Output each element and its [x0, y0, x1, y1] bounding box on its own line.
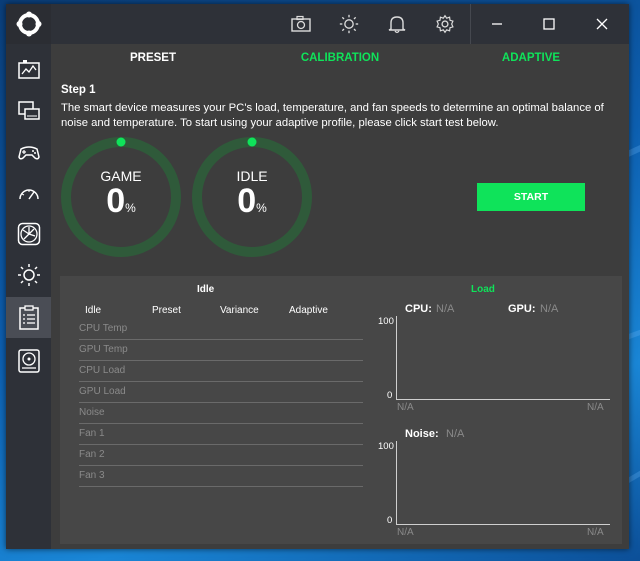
tab-calibration[interactable]: CALIBRATION — [280, 52, 400, 64]
app-window: PRESET CALIBRATION ADAPTIVE Step 1 The s… — [6, 4, 629, 549]
y-axis-max: 100 — [378, 441, 394, 452]
maximize-icon — [543, 18, 555, 30]
monitor-icon — [17, 100, 40, 120]
gauge-value: 0% — [237, 182, 267, 220]
app-logo[interactable] — [6, 4, 51, 44]
main-content: PRESET CALIBRATION ADAPTIVE Step 1 The s… — [51, 44, 629, 549]
bell-icon — [388, 16, 406, 34]
sidebar — [6, 4, 51, 549]
noise-value: N/A — [446, 428, 465, 440]
maximize-button[interactable] — [523, 4, 575, 44]
idle-load-gauge: IDLE 0% — [189, 134, 315, 260]
dashboard-icon — [17, 59, 40, 79]
y-axis-max: 100 — [378, 316, 394, 327]
close-button[interactable] — [576, 4, 628, 44]
step-description: The smart device measures your PC's load… — [61, 102, 604, 129]
notifications-button[interactable] — [373, 4, 421, 44]
column-header: Idle — [85, 305, 102, 316]
table-row: CPU Load — [79, 361, 363, 382]
gauge-icon — [18, 188, 39, 199]
x-axis-start: N/A — [397, 527, 414, 538]
sidebar-item-gaming[interactable] — [6, 131, 51, 172]
minimize-icon — [492, 23, 502, 25]
x-axis-start: N/A — [397, 402, 414, 413]
storage-icon — [17, 348, 40, 373]
step-title: Step 1 — [61, 84, 96, 96]
results-panel: Idle Load Idle Preset Variance Adaptive … — [60, 276, 622, 544]
close-icon — [596, 18, 608, 30]
fan-icon — [17, 222, 40, 245]
gear-icon — [436, 14, 454, 34]
brightness-button[interactable] — [325, 4, 373, 44]
table-row: Fan 3 — [79, 466, 363, 487]
game-load-gauge: GAME 0% — [58, 134, 184, 260]
gpu-value: N/A — [540, 303, 559, 315]
idle-heading: Idle — [197, 284, 215, 295]
y-axis-min: 0 — [387, 515, 393, 526]
column-header: Adaptive — [289, 305, 328, 316]
sidebar-item-monitor[interactable] — [6, 90, 51, 131]
table-row: Fan 2 — [79, 445, 363, 466]
camera-icon — [291, 15, 311, 32]
sidebar-item-adaptive[interactable] — [6, 297, 51, 338]
sidebar-item-dashboard[interactable] — [6, 49, 51, 90]
chart-y-axis — [396, 441, 397, 525]
sidebar-item-fans[interactable] — [6, 213, 51, 254]
column-header: Variance — [220, 305, 259, 316]
tab-preset[interactable]: PRESET — [93, 52, 213, 64]
gpu-label: GPU: — [508, 303, 536, 315]
chart-y-axis — [396, 316, 397, 400]
brightness-icon — [17, 263, 40, 286]
gauge-value: 0% — [106, 182, 136, 220]
brightness-icon — [339, 14, 359, 34]
y-axis-min: 0 — [387, 390, 393, 401]
cpu-value: N/A — [436, 303, 455, 315]
noise-label: Noise: — [405, 428, 439, 440]
sidebar-item-performance[interactable] — [6, 172, 51, 213]
table-row: GPU Load — [79, 382, 363, 403]
screenshot-button[interactable] — [277, 4, 325, 44]
table-row: Fan 1 — [79, 424, 363, 445]
x-axis-end: N/A — [587, 402, 604, 413]
settings-button[interactable] — [421, 4, 469, 44]
column-header: Preset — [152, 305, 181, 316]
cpu-label: CPU: — [405, 303, 432, 315]
sidebar-item-lighting[interactable] — [6, 254, 51, 295]
minimize-button[interactable] — [470, 4, 523, 44]
table-row: CPU Temp — [79, 319, 363, 340]
title-bar — [51, 4, 629, 44]
app-logo-icon — [16, 11, 41, 37]
start-test-button[interactable]: START — [477, 183, 585, 211]
tab-adaptive[interactable]: ADAPTIVE — [471, 52, 591, 64]
chart-x-axis — [396, 399, 610, 400]
load-heading: Load — [471, 284, 495, 295]
table-row: Noise — [79, 403, 363, 424]
chart-x-axis — [396, 524, 610, 525]
table-row: GPU Temp — [79, 340, 363, 361]
sidebar-item-storage[interactable] — [6, 340, 51, 381]
x-axis-end: N/A — [587, 527, 604, 538]
clipboard-icon — [18, 304, 39, 330]
gamepad-icon — [17, 145, 40, 160]
